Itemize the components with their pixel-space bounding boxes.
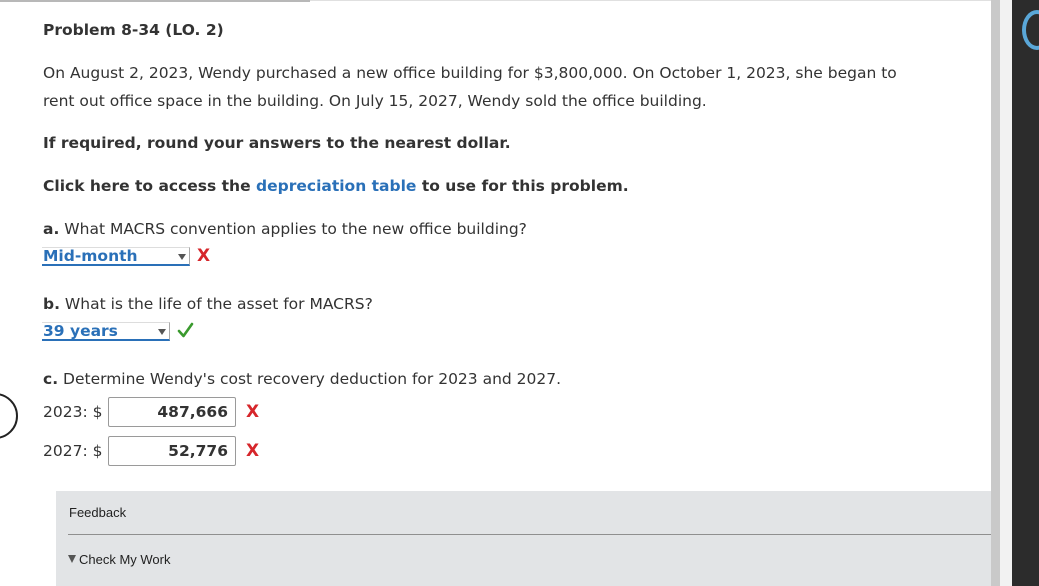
part-c-question: c. Determine Wendy's cost recovery deduc… [43,369,561,389]
triangle-down-icon [68,555,76,563]
deduction-2027-input[interactable]: 52,776 [108,436,236,466]
incorrect-icon: X [246,402,260,422]
scrollbar[interactable] [991,0,1000,586]
macrs-life-selected: 39 years [43,322,118,340]
side-panel-edge [1012,0,1039,586]
year-2027-label: 2027: $ [43,442,103,460]
part-b-question-text: What is the life of the asset for MACRS? [64,295,373,313]
check-my-work-label: Check My Work [79,552,171,567]
depreciation-table-instruction: Click here to access the depreciation ta… [43,176,629,196]
top-shadow [0,0,310,2]
deduction-2023-input[interactable]: 487,666 [108,397,236,427]
part-b-letter: b. [43,295,60,313]
incorrect-icon: X [197,246,211,266]
macrs-life-select[interactable]: 39 years [42,322,170,341]
part-c-question-text: Determine Wendy's cost recovery deductio… [63,370,562,388]
incorrect-icon: X [246,441,260,461]
feedback-label: Feedback [69,505,127,520]
problem-intro-line-2: rent out office space in the building. O… [43,92,707,110]
part-a-question-text: What MACRS convention applies to the new… [64,220,527,238]
part-b-question: b. What is the life of the asset for MAC… [43,294,373,314]
feedback-divider [68,534,991,535]
correct-check-icon [177,322,194,338]
chevron-down-icon [158,329,166,335]
macrs-convention-select[interactable]: Mid-month [42,247,190,266]
problem-title: Problem 8-34 (LO. 2) [43,21,224,39]
part-c-letter: c. [43,370,59,388]
chevron-down-icon [178,254,186,260]
year-2023-label: 2023: $ [43,403,103,421]
part-a-letter: a. [43,220,60,238]
partial-circle-decoration [0,393,18,439]
depreciation-table-link[interactable]: depreciation table [256,177,416,195]
click-prefix: Click here to access the [43,177,251,195]
scrollbar-track [1000,0,1012,586]
click-suffix: to use for this problem. [421,177,629,195]
feedback-panel [56,491,991,586]
part-a-question: a. What MACRS convention applies to the … [43,219,527,239]
check-my-work-toggle[interactable]: Check My Work [68,552,171,568]
rounding-instruction: If required, round your answers to the n… [43,134,511,152]
macrs-convention-selected: Mid-month [43,247,138,265]
problem-intro-line-1: On August 2, 2023, Wendy purchased a new… [43,64,897,82]
